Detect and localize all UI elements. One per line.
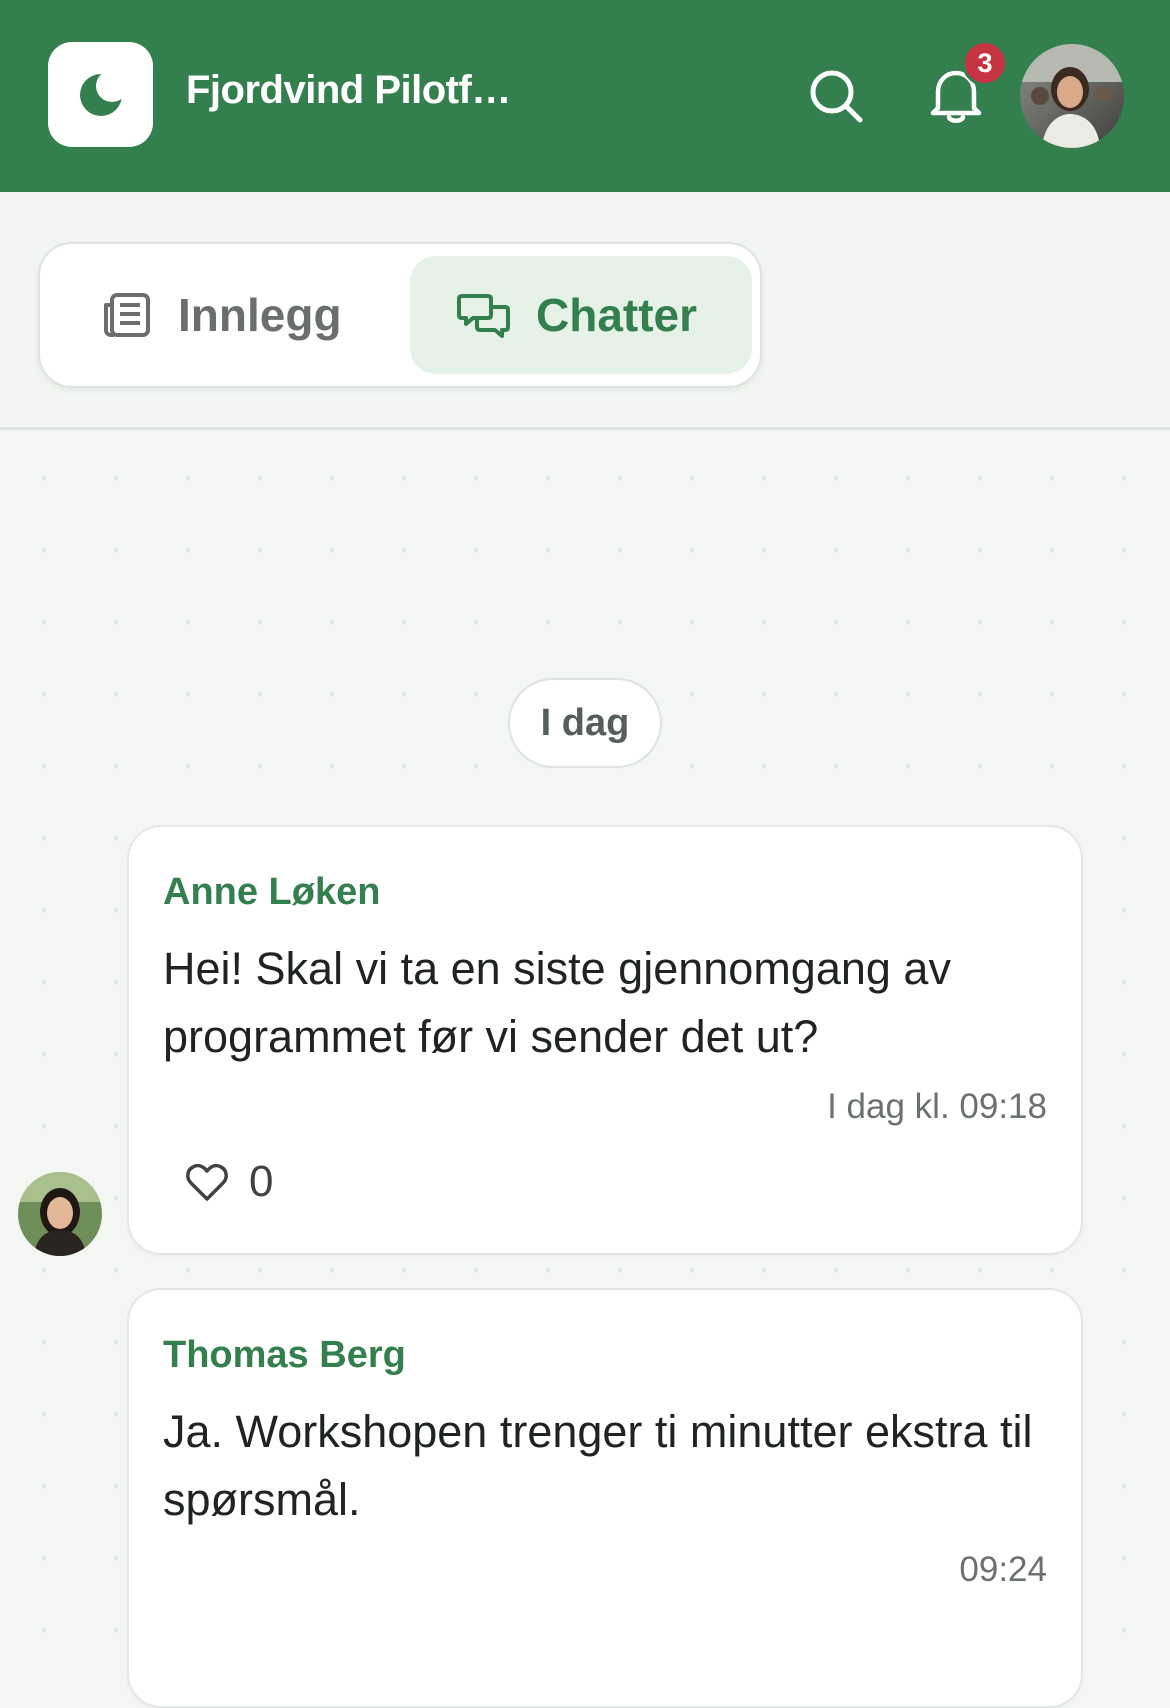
message-time: I dag kl. 09:18 — [827, 1087, 1047, 1126]
segmented-control: Innlegg Chatter — [38, 242, 762, 388]
chat-bubbles-icon — [457, 294, 510, 338]
message-text: Ja. Workshopen trenger ti minutter ekstr… — [163, 1406, 1033, 1525]
newspaper-icon — [104, 293, 150, 337]
tab-bar: Innlegg Chatter — [0, 192, 1170, 430]
tab-chatter[interactable]: Chatter — [410, 256, 752, 374]
notification-badge: 3 — [962, 40, 1008, 86]
user-avatar[interactable] — [1020, 44, 1124, 148]
tab-innlegg-label: Innlegg — [178, 289, 342, 341]
tab-innlegg[interactable]: Innlegg — [52, 256, 388, 374]
message-sender: Anne Løken — [163, 871, 381, 913]
message-text: Hei! Skal vi ta en siste gjennomgang av … — [163, 943, 951, 1062]
like-count: 0 — [249, 1157, 274, 1206]
search-icon — [810, 70, 863, 123]
moon-icon — [79, 69, 128, 116]
search-button[interactable] — [806, 66, 866, 126]
heart-icon — [186, 1163, 228, 1201]
app-header: Fjordvind Pilotf… 3 — [0, 0, 1170, 192]
app-title: Fjordvind Pilotf… — [186, 68, 511, 112]
app-logo[interactable] — [48, 42, 153, 147]
tab-chatter-label: Chatter — [536, 289, 698, 341]
message-time: 09:24 — [959, 1550, 1047, 1589]
chat-message[interactable]: Anne Løken Hei! Skal vi ta en siste gjen… — [127, 825, 1083, 1255]
message-sender: Thomas Berg — [163, 1334, 406, 1376]
day-separator: I dag — [508, 678, 662, 768]
chat-message[interactable]: Thomas Berg Ja. Workshopen trenger ti mi… — [127, 1288, 1083, 1708]
sender-avatar[interactable] — [18, 1172, 102, 1256]
chat-area[interactable]: I dag Anne Løken Hei! Skal vi ta en sist… — [0, 430, 1170, 1708]
like-button[interactable]: 0 — [185, 1157, 273, 1207]
